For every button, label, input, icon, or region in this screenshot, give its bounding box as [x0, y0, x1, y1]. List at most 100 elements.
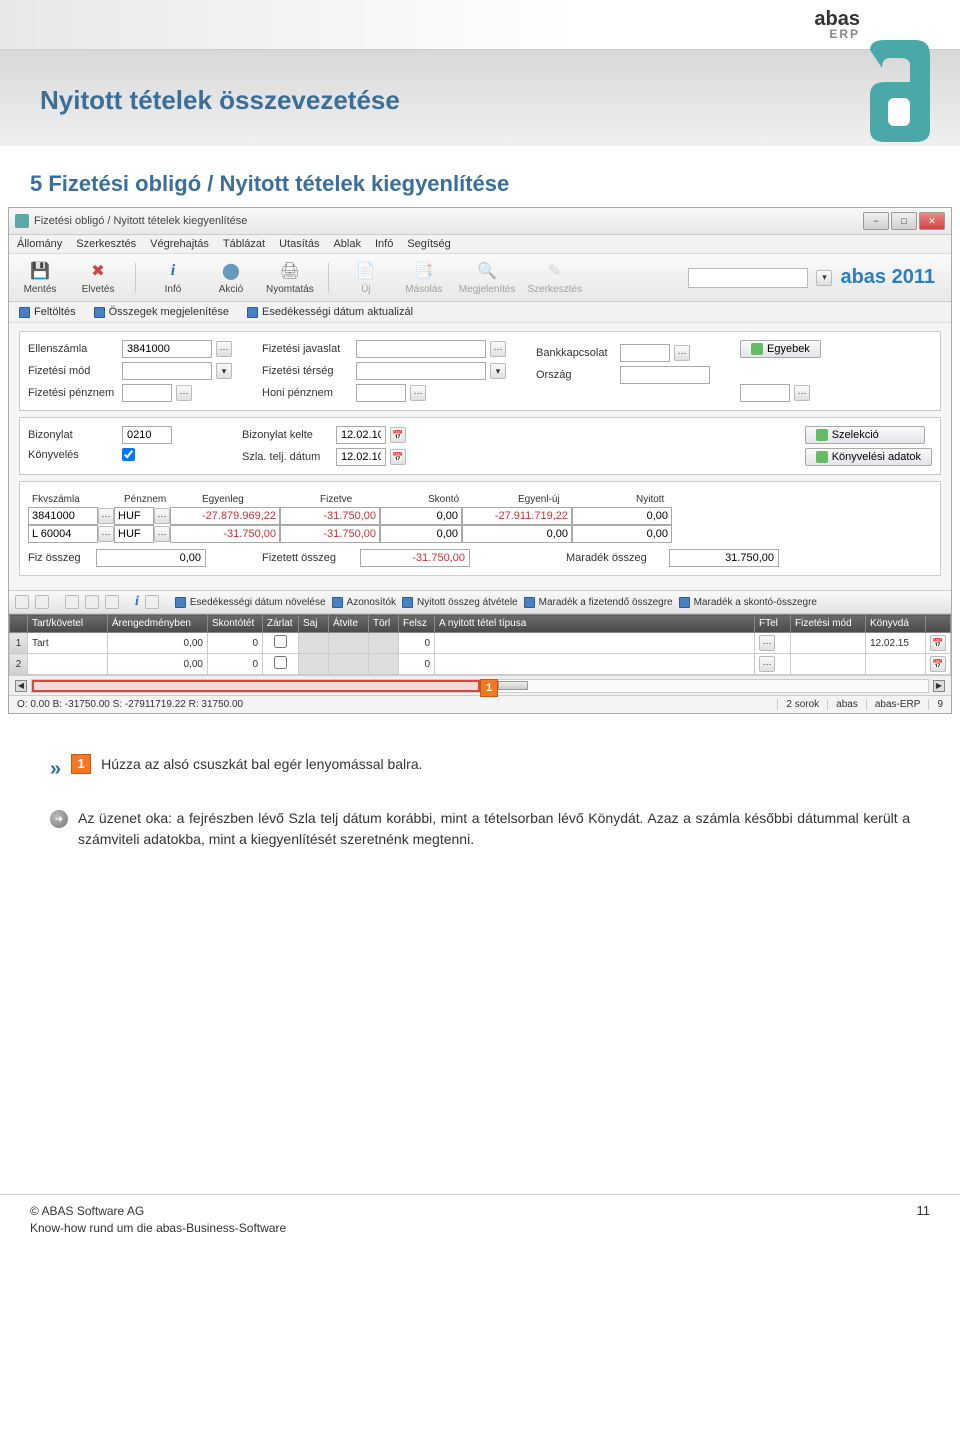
input-orszag[interactable]	[620, 366, 710, 384]
toolbar-search-input[interactable]	[688, 268, 808, 288]
grid-tool-icon[interactable]	[65, 595, 79, 609]
cell-open-1[interactable]	[572, 507, 672, 525]
minigrid-row-1: ⋯ ⋯	[28, 507, 932, 525]
dropdown-icon[interactable]: ▾	[490, 363, 506, 379]
lookup-icon[interactable]: ⋯	[98, 508, 114, 524]
calendar-icon[interactable]: 📅	[390, 449, 406, 465]
lookup-icon[interactable]: ⋯	[98, 526, 114, 542]
calendar-icon[interactable]: 📅	[930, 635, 946, 651]
lookup-icon[interactable]: ⋯	[154, 526, 170, 542]
menu-edit[interactable]: Szerkesztés	[76, 238, 136, 250]
option-totals[interactable]: Összegek megjelenítése	[94, 306, 229, 318]
menu-info[interactable]: Infó	[375, 238, 393, 250]
summary-row: Fiz összeg Fizetett összeg Maradék össze…	[28, 543, 932, 569]
lookup-icon[interactable]: ⋯	[794, 385, 810, 401]
cell-eqn-2[interactable]	[462, 525, 572, 543]
grid-opt-ids[interactable]: Azonosítók	[332, 597, 396, 608]
menu-window[interactable]: Ablak	[333, 238, 361, 250]
cell-curr-1[interactable]	[114, 507, 154, 525]
grid-opt-rem-sk[interactable]: Maradék a skontó-összegre	[679, 597, 817, 608]
input-bankkapcsolat[interactable]	[620, 344, 670, 362]
discard-button[interactable]: ✖ Elvetés	[73, 258, 123, 297]
lookup-icon[interactable]: ⋯	[759, 635, 775, 651]
cell-open-2[interactable]	[572, 525, 672, 543]
save-button[interactable]: 💾 Mentés	[15, 258, 65, 297]
cell-curr-2[interactable]	[114, 525, 154, 543]
scroll-left-icon[interactable]: ◀	[15, 680, 27, 692]
grid-opt-due[interactable]: Esedékességi dátum növelése	[175, 597, 326, 608]
grid-tool-icon[interactable]	[15, 595, 29, 609]
konyvelesi-adatok-button[interactable]: Könyvelési adatok	[805, 448, 932, 466]
close-button[interactable]: ✕	[919, 212, 945, 230]
grid-opt-rem-pay[interactable]: Maradék a fizetendő összegre	[524, 597, 673, 608]
action-button[interactable]: ⬤ Akció	[206, 258, 256, 297]
lookup-icon[interactable]: ⋯	[674, 345, 690, 361]
lookup-icon[interactable]: ⋯	[410, 385, 426, 401]
input-orszag2[interactable]	[740, 384, 790, 402]
input-fizetesi-mod[interactable]	[122, 362, 212, 380]
menu-table[interactable]: Táblázat	[223, 238, 265, 250]
status-ver: 9	[928, 699, 943, 710]
grid-tool-icon[interactable]	[145, 595, 159, 609]
minimize-button[interactable]: −	[863, 212, 889, 230]
cell-bal-2[interactable]	[170, 525, 280, 543]
grid-info-icon[interactable]: i	[135, 594, 139, 610]
menu-exec[interactable]: Végrehajtás	[150, 238, 209, 250]
scroll-thumb[interactable]	[498, 681, 528, 690]
cell-eqn-1[interactable]	[462, 507, 572, 525]
fizetett-osszeg-input[interactable]	[360, 549, 470, 567]
grid-tool-icon[interactable]	[105, 595, 119, 609]
input-szla-telj[interactable]	[336, 448, 386, 466]
menu-instruction[interactable]: Utasítás	[279, 238, 319, 250]
scroll-track[interactable]: 1	[31, 679, 929, 693]
lookup-icon[interactable]: ⋯	[759, 656, 775, 672]
cell-acc-1[interactable]	[28, 507, 98, 525]
search-dropdown-icon[interactable]: ▾	[816, 270, 832, 286]
grid-tool-icon[interactable]	[85, 595, 99, 609]
lookup-icon[interactable]: ⋯	[216, 341, 232, 357]
lookup-icon[interactable]: ⋯	[490, 341, 506, 357]
input-fizetesi-terseg[interactable]	[356, 362, 486, 380]
page-footer: © ABAS Software AG Know-how rund um die …	[0, 1194, 960, 1257]
cell-paid-2[interactable]	[280, 525, 380, 543]
szelekcio-button[interactable]: Szelekció	[805, 426, 925, 444]
info-button[interactable]: i Infó	[148, 258, 198, 297]
input-fizetesi-penznem[interactable]	[122, 384, 172, 402]
cell-acc-2[interactable]	[28, 525, 98, 543]
discard-icon: ✖	[87, 260, 109, 282]
cell-paid-1[interactable]	[280, 507, 380, 525]
menu-help[interactable]: Segítség	[407, 238, 450, 250]
scroll-badge-1: 1	[480, 679, 498, 697]
option-duedate[interactable]: Esedékességi dátum aktualizál	[247, 306, 413, 318]
grid-row-2[interactable]: 2 0,00 0 0 ⋯ 📅	[10, 654, 951, 675]
horizontal-scrollbar[interactable]: ◀ 1 ▶	[9, 675, 951, 695]
input-bizonylat[interactable]	[122, 426, 172, 444]
print-button[interactable]: 🖨 Nyomtatás	[264, 258, 316, 297]
calendar-icon[interactable]: 📅	[390, 427, 406, 443]
option-fill[interactable]: Feltöltés	[19, 306, 76, 318]
lookup-icon[interactable]: ⋯	[154, 508, 170, 524]
lookup-icon[interactable]: ⋯	[176, 385, 192, 401]
input-fizetesi-javaslat[interactable]	[356, 340, 486, 358]
grid-checkbox[interactable]	[274, 656, 287, 669]
fiz-osszeg-input[interactable]	[96, 549, 206, 567]
egyebek-button[interactable]: Egyebek	[740, 340, 821, 358]
input-ellenszamla[interactable]	[122, 340, 212, 358]
maximize-button[interactable]: □	[891, 212, 917, 230]
input-honi-penznem[interactable]	[356, 384, 406, 402]
maradek-osszeg-input[interactable]	[669, 549, 779, 567]
checkbox-konyveles[interactable]	[122, 448, 135, 461]
brand-logo: abas ERP	[814, 8, 860, 41]
grid-tool-icon[interactable]	[35, 595, 49, 609]
grid-opt-open[interactable]: Nyitott összeg átvétele	[402, 597, 518, 608]
grid-checkbox[interactable]	[274, 635, 287, 648]
cell-sk-1[interactable]	[380, 507, 462, 525]
cell-bal-1[interactable]	[170, 507, 280, 525]
input-bizonylat-kelte[interactable]	[336, 426, 386, 444]
grid-row-1[interactable]: 1 Tart 0,00 0 0 ⋯ 12.02.15 📅	[10, 633, 951, 654]
dropdown-icon[interactable]: ▾	[216, 363, 232, 379]
menu-file[interactable]: Állomány	[17, 238, 62, 250]
cell-sk-2[interactable]	[380, 525, 462, 543]
calendar-icon[interactable]: 📅	[930, 656, 946, 672]
scroll-right-icon[interactable]: ▶	[933, 680, 945, 692]
